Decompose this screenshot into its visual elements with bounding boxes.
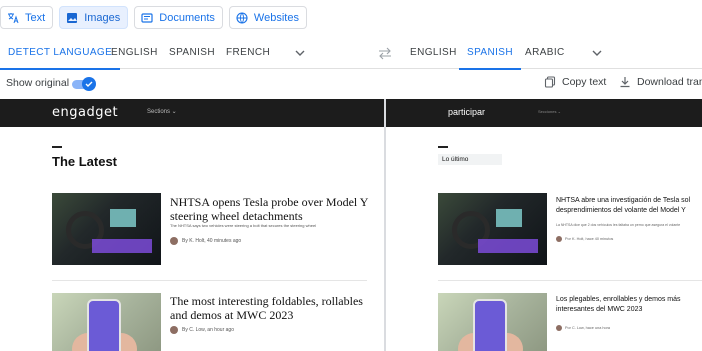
byline-text: Por K. Holt, hace 40 minutos [565, 237, 614, 241]
translation-result: engadget Sections ⌄ The Latest NHTSA ope… [0, 99, 702, 351]
avatar [556, 236, 562, 242]
ambient-light-shape [92, 239, 152, 253]
original-image-pane: engadget Sections ⌄ The Latest NHTSA ope… [0, 99, 384, 351]
translated-nav-text: participar [448, 107, 486, 117]
target-lang-english[interactable]: ENGLISH [410, 38, 457, 69]
article-title: NHTSA opens Tesla probe over Model Y ste… [170, 195, 369, 223]
article-byline: Por K. Holt, hace 40 minutos [556, 236, 613, 242]
article-divider [52, 280, 367, 281]
article-title: NHTSA abre una investigación de Tesla so… [556, 197, 691, 214]
byline-text: Por C. Low, hace una hora [565, 326, 610, 330]
chevron-down-icon[interactable] [294, 47, 306, 59]
tesla-thumbnail [52, 193, 161, 265]
byline-text: By C. Low, an hour ago [182, 327, 234, 333]
image-icon [67, 12, 78, 23]
mode-images-label: Images [84, 11, 121, 24]
heading-dash [52, 146, 62, 148]
mode-text-button[interactable]: Text [0, 6, 54, 29]
avatar [170, 237, 178, 245]
section-heading: The Latest [52, 154, 118, 169]
show-original-toggle[interactable] [72, 77, 96, 91]
target-lang-spanish[interactable]: SPANISH [459, 38, 521, 70]
source-lang-french[interactable]: FRENCH [226, 38, 270, 69]
download-label: Download trans [637, 76, 702, 88]
article-byline: By K. Holt, 40 minutes ago [170, 237, 241, 245]
check-icon [85, 81, 93, 87]
source-lang-spanish[interactable]: SPANISH [169, 38, 215, 69]
section-heading: Lo último [438, 154, 502, 165]
target-lang-arabic[interactable]: ARABIC [525, 38, 565, 69]
language-bar: DETECT LANGUAGE ENGLISH SPANISH FRENCH E… [0, 38, 702, 70]
heading-dash [438, 146, 448, 148]
translated-sections: Secciones ⌄ [538, 109, 561, 114]
article-title: Los plegables, enrollables y demos más i… [556, 296, 681, 313]
mode-text-label: Text [25, 11, 46, 24]
mode-selector: Text Images Documents Websites [0, 6, 307, 29]
article-summary: The NHTSA says two vehicles were steerin… [170, 223, 317, 228]
copy-text-button[interactable]: Copy text [544, 76, 606, 88]
source-lang-detect[interactable]: DETECT LANGUAGE [0, 38, 121, 70]
result-toolbar: Show original Copy text Download trans [0, 73, 702, 95]
globe-icon [236, 11, 248, 24]
translate-icon [8, 12, 19, 23]
phone-shape [473, 299, 507, 351]
article-byline: By C. Low, an hour ago [170, 326, 234, 334]
site-header: engadget Sections ⌄ [0, 99, 384, 127]
show-original-label: Show original [6, 77, 70, 89]
tesla-thumbnail [438, 193, 547, 265]
copy-text-label: Copy text [562, 76, 607, 88]
foldable-thumbnail [52, 293, 161, 351]
mode-documents-button[interactable]: Documents [134, 6, 223, 29]
sections-menu: Sections ⌄ [147, 109, 177, 115]
download-translation-button[interactable]: Download trans [619, 76, 702, 88]
article-byline: Por C. Low, hace una hora [556, 325, 610, 331]
chevron-down-icon[interactable] [591, 47, 603, 59]
mode-websites-label: Websites [253, 11, 299, 24]
mode-documents-label: Documents [159, 11, 215, 24]
byline-text: By K. Holt, 40 minutes ago [182, 238, 242, 244]
avatar [170, 326, 178, 334]
download-icon [620, 77, 630, 88]
mode-websites-button[interactable]: Websites [228, 6, 307, 29]
swap-languages-icon[interactable] [378, 47, 392, 60]
foldable-thumbnail [438, 293, 547, 351]
article-title: The most interesting foldables, rollable… [170, 294, 363, 322]
mode-images-button[interactable]: Images [59, 6, 129, 29]
ambient-light-shape [478, 239, 538, 253]
dash-screen-shape [496, 209, 522, 227]
article-divider [438, 280, 702, 281]
google-translate-window: Text Images Documents Websites DETECT LA… [0, 0, 702, 351]
article-summary: La NHTSA dice que 2 dos vehículos les fa… [556, 223, 681, 227]
source-lang-english[interactable]: ENGLISH [111, 38, 158, 69]
engadget-logo: engadget [52, 105, 119, 120]
document-icon [141, 12, 153, 23]
dash-screen-shape [110, 209, 136, 227]
phone-shape [87, 299, 121, 351]
translated-image-pane: participar Secciones ⌄ Lo último NHTSA a… [386, 99, 702, 351]
avatar [556, 325, 562, 331]
copy-icon [544, 76, 556, 88]
site-header: participar Secciones ⌄ [386, 99, 702, 127]
